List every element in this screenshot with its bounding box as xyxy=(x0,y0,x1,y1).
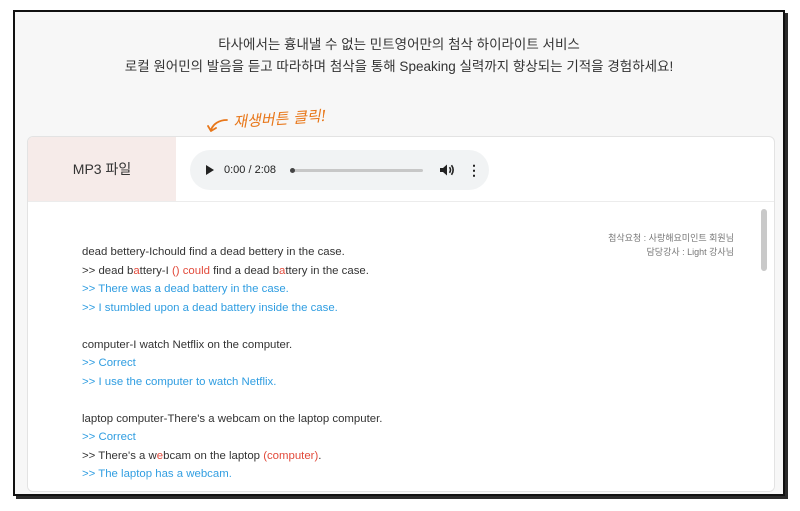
divider xyxy=(28,201,774,202)
correction-content: dead bettery-Ichould find a dead bettery… xyxy=(82,243,382,484)
play-hint: 재생버튼 클릭! xyxy=(232,106,328,132)
alternative-sentence: >> Correct xyxy=(82,357,136,369)
alternative-sentence: >> I stumbled upon a dead battery inside… xyxy=(82,301,338,314)
alternative-sentence: >> Correct xyxy=(82,431,136,443)
original-sentence: computer-I watch Netflix on the computer… xyxy=(82,338,293,351)
alternative-sentence: >> I use the computer to watch Netflix. xyxy=(82,375,277,388)
screenshot-frame: 타사에서는 흉내낼 수 없는 민트영어만의 첨삭 하이라이트 서비스 로컬 원어… xyxy=(13,10,785,496)
audio-player[interactable]: 0:00 / 2:08 ⋮ xyxy=(190,150,489,190)
promo-line-2: 로컬 원어민의 발음을 듣고 따라하며 첨삭을 통해 Speaking 실력까지… xyxy=(124,59,674,74)
promo-text: 타사에서는 흉내낼 수 없는 민트영어만의 첨삭 하이라이트 서비스 로컬 원어… xyxy=(15,34,783,78)
play-icon[interactable] xyxy=(206,165,214,175)
correction-meta: 첨삭요청 : 사랑해요미인트 회원님 담당강사 : Light 강사님 xyxy=(608,231,734,259)
original-sentence: dead bettery-Ichould find a dead bettery… xyxy=(82,246,345,258)
correction-panel: MP3 파일 0:00 / 2:08 ⋮ 첨삭요청 : 사랑해요미인트 회원님 … xyxy=(27,136,775,492)
seek-handle[interactable] xyxy=(290,167,295,173)
requester-text: 첨삭요청 : 사랑해요미인트 회원님 xyxy=(608,233,734,243)
audio-seek-bar[interactable] xyxy=(290,167,423,173)
promo-line-1: 타사에서는 흉내낼 수 없는 민트영어만의 첨삭 하이라이트 서비스 xyxy=(218,37,580,52)
teacher-text: 담당강사 : Light 강사님 xyxy=(646,247,734,257)
audio-time: 0:00 / 2:08 xyxy=(224,164,276,176)
scroll-fade xyxy=(28,475,774,491)
more-options-icon[interactable]: ⋮ xyxy=(467,163,481,177)
scrollbar[interactable] xyxy=(761,209,767,271)
volume-icon[interactable] xyxy=(439,163,455,177)
corrected-sentence: >> dead battery-I () could find a dead b… xyxy=(82,264,369,277)
alternative-sentence: >> There was a dead battery in the case. xyxy=(82,283,289,295)
mp3-label: MP3 파일 xyxy=(28,137,176,201)
corrected-sentence: >> There's a webcam on the laptop (compu… xyxy=(82,449,322,462)
original-sentence: laptop computer-There's a webcam on the … xyxy=(82,412,383,425)
curved-arrow-icon xyxy=(207,119,228,132)
